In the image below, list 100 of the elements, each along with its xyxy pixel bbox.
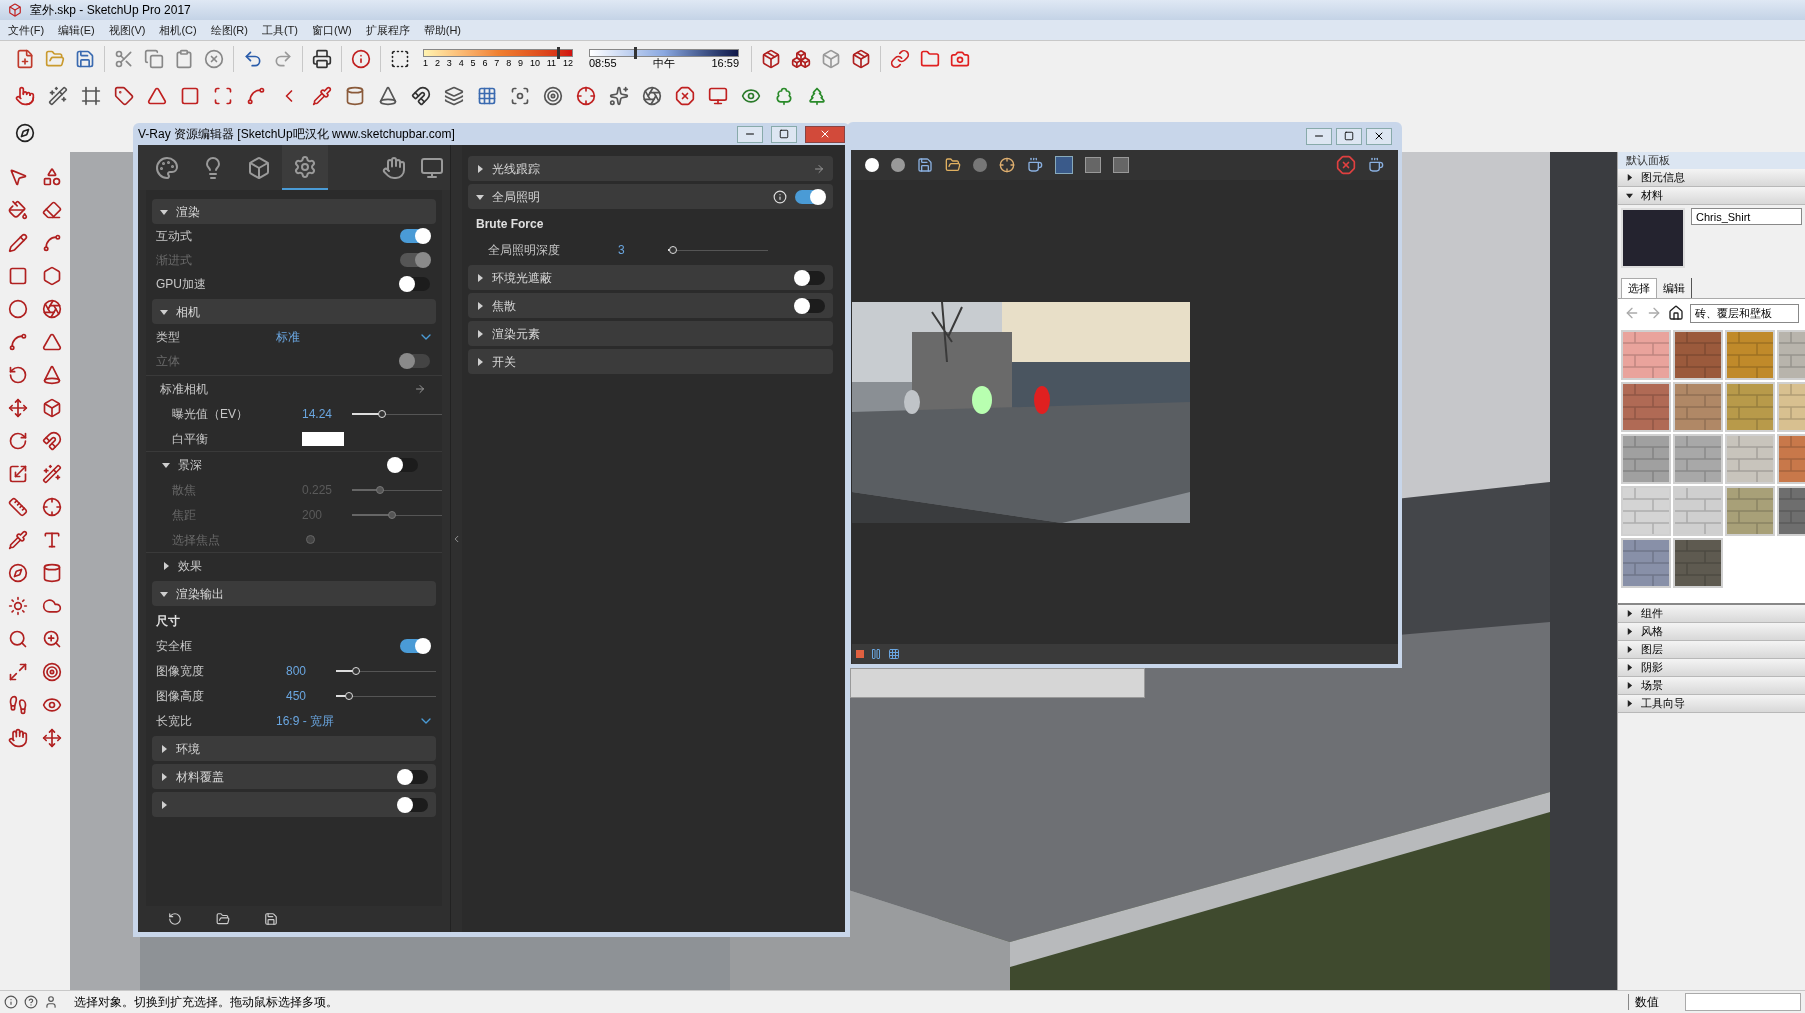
section-header[interactable]: 材料覆盖: [152, 764, 436, 789]
tray-panel-header[interactable]: 组件: [1618, 605, 1805, 623]
caret-icon[interactable]: [160, 744, 168, 753]
save-icon[interactable]: [917, 157, 933, 173]
pause-icon[interactable]: [870, 648, 882, 660]
menu-item[interactable]: 工具(T): [261, 21, 298, 39]
material-swatch[interactable]: [1673, 382, 1723, 432]
tray-panel-header[interactable]: 图层: [1618, 641, 1805, 659]
section-header[interactable]: 环境: [152, 736, 436, 761]
dropdown[interactable]: 类型 标准: [146, 324, 442, 349]
caret-icon[interactable]: [1626, 682, 1633, 689]
menu-item[interactable]: 相机(C): [159, 21, 197, 39]
close-button[interactable]: [1366, 127, 1392, 145]
monitor-icon[interactable]: [420, 155, 444, 180]
menu-item[interactable]: 帮助(H): [423, 21, 461, 39]
material-swatch[interactable]: [1673, 330, 1723, 380]
section-header[interactable]: 环境光遮蔽: [468, 265, 833, 290]
section-header[interactable]: 开关: [468, 349, 833, 374]
caret-icon[interactable]: [160, 589, 168, 598]
menu-item[interactable]: 窗口(W): [312, 21, 352, 39]
caret-icon[interactable]: [1626, 610, 1633, 617]
material-swatch[interactable]: [1673, 486, 1723, 536]
caret-icon[interactable]: [476, 273, 484, 282]
tray-panel-header[interactable]: 工具向导: [1618, 695, 1805, 713]
minimize-button[interactable]: [737, 125, 763, 143]
section-header[interactable]: 渲染: [152, 199, 436, 224]
toggle-switch[interactable]: [795, 270, 825, 285]
caret-icon[interactable]: [476, 329, 484, 338]
value-field[interactable]: 450: [286, 686, 336, 705]
toggle-switch[interactable]: [398, 797, 428, 812]
section-header[interactable]: 渲染输出: [152, 581, 436, 606]
material-swatch[interactable]: [1673, 434, 1723, 484]
color-swatch[interactable]: [302, 431, 344, 446]
caret-icon[interactable]: [160, 772, 168, 781]
hand-icon[interactable]: [382, 155, 406, 180]
material-swatch[interactable]: [1725, 434, 1775, 484]
material-swatch[interactable]: [1621, 434, 1671, 484]
toggle-switch[interactable]: [795, 298, 825, 313]
caret-icon[interactable]: [1626, 628, 1633, 635]
open-folder-icon[interactable]: [945, 157, 961, 173]
material-swatch[interactable]: [1621, 486, 1671, 536]
menu-item[interactable]: 编辑(E): [58, 21, 95, 39]
menu-item[interactable]: 文件(F): [8, 21, 45, 39]
menu-item[interactable]: 绘图(R): [210, 21, 248, 39]
section-header[interactable]: 全局照明: [468, 184, 833, 209]
pin-icon[interactable]: [414, 382, 426, 395]
menu-item[interactable]: 扩展程序: [365, 21, 410, 39]
section-header[interactable]: 焦散: [468, 293, 833, 318]
caret-icon[interactable]: [1626, 646, 1633, 653]
value-field[interactable]: 14.24: [302, 404, 352, 423]
caret-icon[interactable]: [1626, 192, 1633, 199]
toggle-switch[interactable]: [400, 229, 430, 243]
caret-icon[interactable]: [476, 301, 484, 310]
toggle-switch[interactable]: [400, 639, 430, 653]
material-swatch[interactable]: [1621, 382, 1671, 432]
measurements-field[interactable]: [1685, 993, 1801, 1011]
toggle-switch[interactable]: [400, 277, 430, 291]
caret-icon[interactable]: [1626, 700, 1633, 707]
library-dropdown[interactable]: 砖、覆层和壁板: [1690, 303, 1799, 323]
material-name-field[interactable]: Chris_Shirt: [1691, 208, 1802, 225]
compare-button[interactable]: [1055, 156, 1073, 174]
help-icon[interactable]: [24, 995, 38, 1009]
slider-thumb[interactable]: [634, 46, 638, 59]
caret-icon[interactable]: [160, 307, 168, 316]
open-folder-icon[interactable]: [216, 912, 230, 926]
editor-tab[interactable]: [282, 145, 328, 190]
marker-icon[interactable]: [856, 650, 864, 658]
tray-tab[interactable]: 选择: [1621, 278, 1657, 298]
caret-icon[interactable]: [160, 800, 168, 809]
material-swatch[interactable]: [1725, 486, 1775, 536]
material-swatch[interactable]: [1621, 538, 1671, 588]
section-header[interactable]: [152, 792, 436, 817]
section-header[interactable]: 相机: [152, 299, 436, 324]
caret-icon[interactable]: [162, 460, 170, 469]
toggle-switch[interactable]: [795, 189, 825, 204]
tray-panel-header[interactable]: 场景: [1618, 677, 1805, 695]
material-swatch[interactable]: [1673, 538, 1723, 588]
toggle-switch[interactable]: [398, 769, 428, 784]
tray-panel-header[interactable]: 阴影: [1618, 659, 1805, 677]
info-icon[interactable]: [4, 995, 18, 1009]
maximize-button[interactable]: [1336, 127, 1362, 145]
maximize-button[interactable]: [771, 125, 797, 143]
stop-icon[interactable]: [1336, 155, 1356, 175]
caret-icon[interactable]: [160, 207, 168, 216]
tray-panel-header[interactable]: 材料: [1618, 187, 1805, 205]
dropdown[interactable]: 长宽比 16:9 - 宽屏: [146, 708, 442, 733]
material-swatch[interactable]: [1725, 330, 1775, 380]
minimize-button[interactable]: [1306, 127, 1332, 145]
value-field[interactable]: 800: [286, 661, 336, 680]
tray-panel-header[interactable]: 图元信息: [1618, 169, 1805, 187]
section-header[interactable]: 光线跟踪: [468, 156, 833, 181]
save-icon[interactable]: [264, 912, 278, 926]
slider-thumb[interactable]: [557, 46, 561, 59]
caret-icon[interactable]: [162, 561, 170, 570]
month-slider[interactable]: [423, 48, 573, 57]
toggle-switch[interactable]: [388, 457, 418, 472]
tray-tab[interactable]: 编辑: [1657, 278, 1692, 298]
caret-icon[interactable]: [1626, 174, 1633, 181]
grid-icon[interactable]: [888, 648, 900, 660]
caret-icon[interactable]: [1626, 664, 1633, 671]
